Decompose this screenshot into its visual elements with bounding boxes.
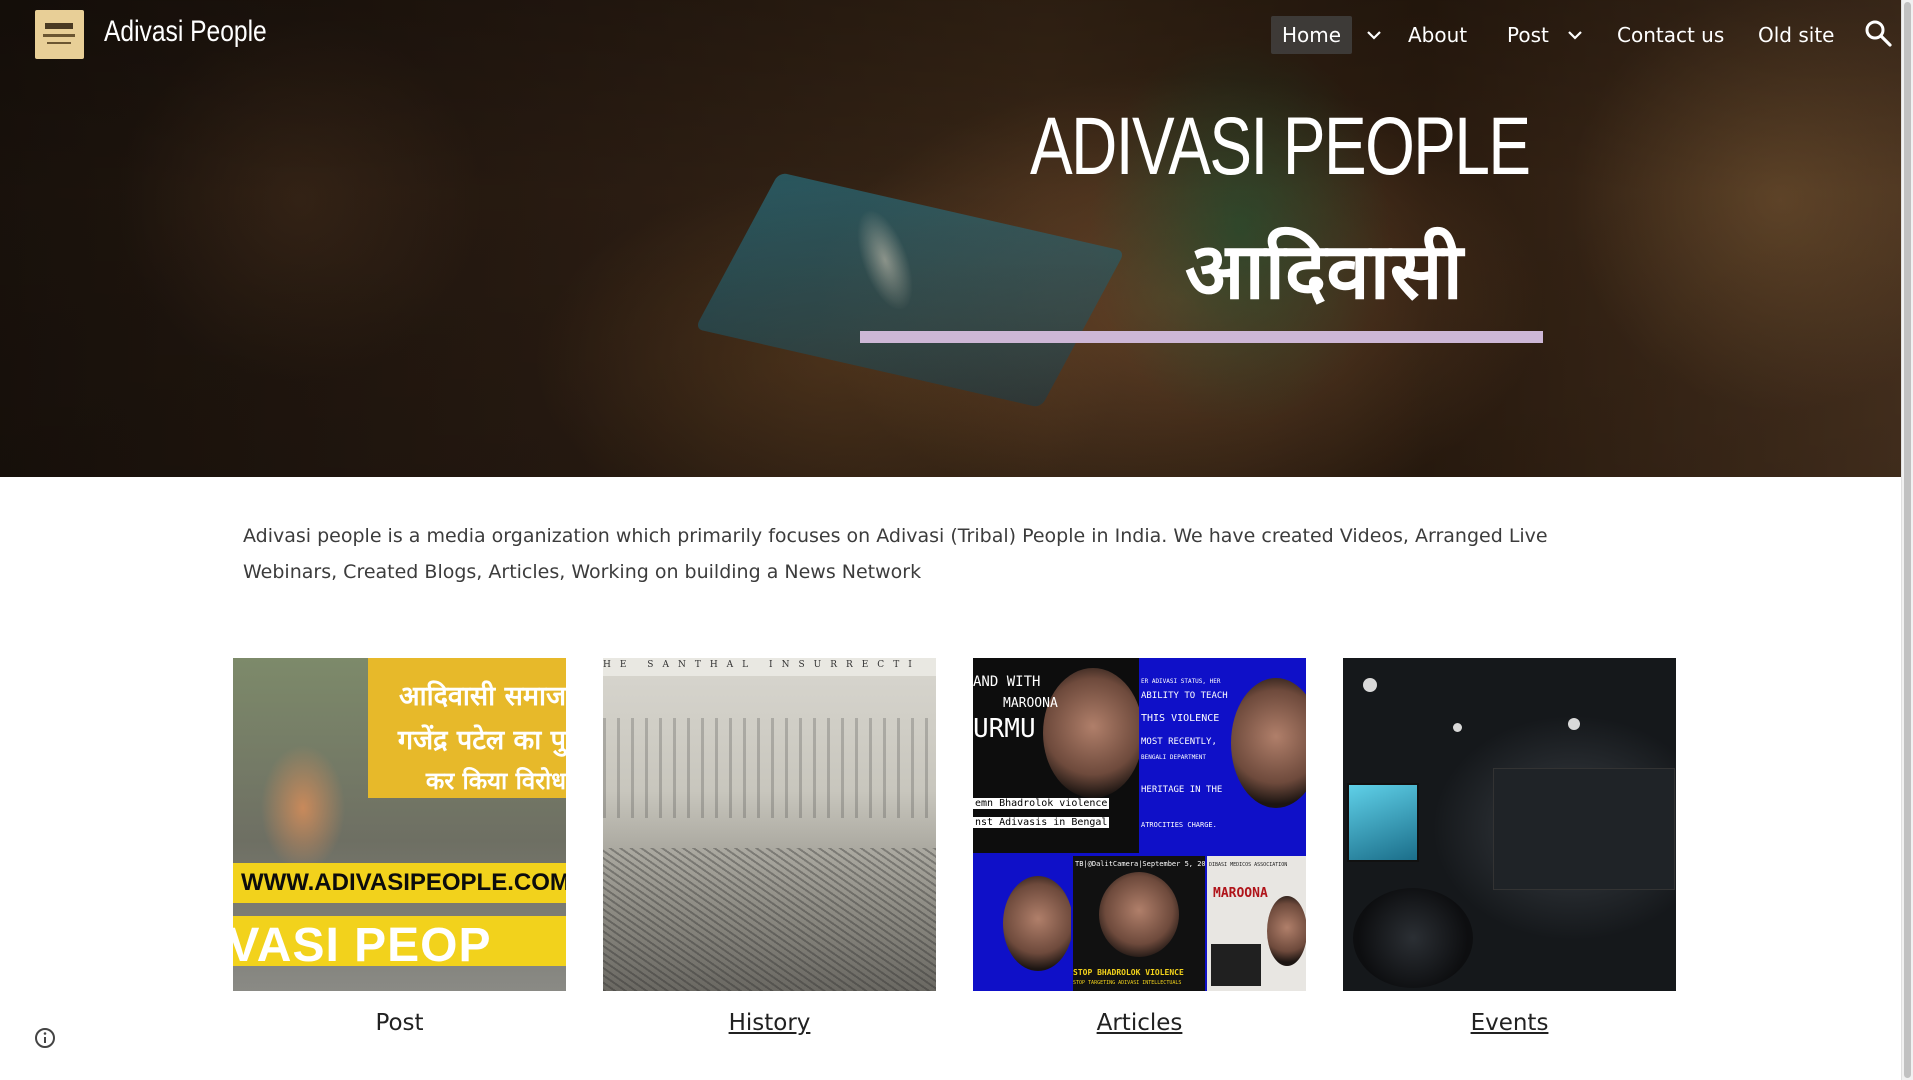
articles-text: MAROONA xyxy=(1213,886,1268,901)
hero-overlay xyxy=(0,0,1902,477)
articles-panel: ER ADIVASI STATUS, HER ABILITY TO TEACH … xyxy=(1141,658,1306,853)
card-caption-articles[interactable]: Articles xyxy=(973,1010,1306,1036)
articles-text: ATROCITIES CHARGE. xyxy=(1141,821,1217,829)
scrollbar-thumb[interactable] xyxy=(1904,2,1911,1078)
card-image-post[interactable]: आदिवासी समाज गजेंद्र पटेल का पु कर किया … xyxy=(233,658,566,991)
nav-item-home[interactable]: Home xyxy=(1271,16,1353,54)
articles-panel: AND WITH MAROONA URMU emn Bhadrolok viol… xyxy=(973,658,1139,853)
post-banner-text: IVASI PEOP xyxy=(233,919,492,966)
articles-text: AND WITH xyxy=(973,674,1041,690)
hero-divider-bar xyxy=(860,331,1543,343)
search-icon[interactable] xyxy=(1863,18,1893,48)
articles-portrait xyxy=(1043,668,1139,798)
articles-text: nst Adivasis in Bengal xyxy=(973,817,1110,828)
articles-panel xyxy=(973,856,1071,991)
logo-line xyxy=(43,34,75,37)
post-url-band: WWW.ADIVASIPEOPLE.COM xyxy=(233,863,566,903)
card-caption-history[interactable]: History xyxy=(603,1010,936,1036)
nav-item-post[interactable]: Post xyxy=(1507,16,1549,54)
post-headline-line: कर किया विरोध xyxy=(425,767,566,795)
history-engraving-figures xyxy=(603,848,936,991)
hero-subtitle: आदिवासी xyxy=(1185,227,1463,317)
articles-text: STOP BHADROLOK VIOLENCE xyxy=(1073,968,1184,977)
articles-text: emn Bhadrolok violence xyxy=(973,798,1110,809)
site-title[interactable]: Adivasi People xyxy=(104,15,267,49)
articles-text: ER ADIVASI STATUS, HER xyxy=(1141,678,1221,685)
card-image-articles[interactable]: AND WITH MAROONA URMU emn Bhadrolok viol… xyxy=(973,658,1306,991)
articles-portrait xyxy=(1267,896,1306,966)
articles-portrait xyxy=(1099,872,1179,957)
page-scrollbar[interactable] xyxy=(1901,0,1913,1080)
articles-text: THIS VIOLENCE xyxy=(1141,713,1220,724)
events-light xyxy=(1453,723,1462,732)
history-engraving-trees xyxy=(603,718,936,818)
articles-portrait xyxy=(1003,876,1071,971)
post-url-text: WWW.ADIVASIPEOPLE.COM xyxy=(241,869,566,896)
articles-text: MOST RECENTLY, xyxy=(1141,737,1217,747)
site-logo[interactable] xyxy=(35,10,84,59)
post-headline-line: गजेंद्र पटेल का पु xyxy=(397,725,566,756)
history-engraving-header: HE SANTHAL INSURRECTI xyxy=(603,658,936,676)
events-camera-lens xyxy=(1353,888,1473,988)
articles-panel: DIBASI MEDICOS ASSOCIATION MAROONA xyxy=(1207,856,1306,991)
info-icon[interactable] xyxy=(34,1027,56,1049)
hero-banner: ADIVASI PEOPLE आदिवासी xyxy=(0,0,1902,477)
nav-item-about[interactable]: About xyxy=(1408,16,1467,54)
articles-portrait xyxy=(1231,678,1306,808)
articles-text: DIBASI MEDICOS ASSOCIATION xyxy=(1209,862,1288,868)
articles-panel: TB|@DalitCamera|September 5, 2020 STOP B… xyxy=(1073,856,1205,991)
chevron-down-icon[interactable] xyxy=(1360,16,1388,54)
post-headline-line: आदिवासी समाज xyxy=(399,681,566,712)
post-banner-band: IVASI PEOP xyxy=(233,916,566,966)
articles-text: HERITAGE IN THE xyxy=(1141,785,1223,795)
events-camera-screen xyxy=(1347,783,1419,862)
articles-text: BENGALI DEPARTMENT xyxy=(1141,754,1207,761)
card-image-history[interactable]: HE SANTHAL INSURRECTI xyxy=(603,658,936,991)
articles-text: URMU xyxy=(973,714,1036,744)
articles-text: MAROONA xyxy=(1003,696,1058,711)
chevron-down-icon[interactable] xyxy=(1561,16,1589,54)
card-image-events[interactable] xyxy=(1343,658,1676,991)
articles-text: ABILITY TO TEACH xyxy=(1141,691,1228,701)
card-caption-post: Post xyxy=(375,1010,424,1036)
articles-text: STOP TARGETING ADIVASI INTELLECTUALS xyxy=(1073,980,1182,986)
events-light xyxy=(1568,718,1580,730)
intro-text: Adivasi people is a media organization w… xyxy=(243,525,1548,583)
history-header-text: HE SANTHAL INSURRECTI xyxy=(603,660,921,670)
page: ADIVASI PEOPLE आदिवासी Adivasi People Ho… xyxy=(0,0,1913,1080)
logo-line xyxy=(47,42,71,44)
nav-item-old-site[interactable]: Old site xyxy=(1758,16,1834,54)
articles-text: TB|@DalitCamera|September 5, 2020 xyxy=(1075,860,1205,868)
hero-title: ADIVASI PEOPLE xyxy=(1030,101,1531,192)
events-light xyxy=(1363,678,1377,692)
logo-mark xyxy=(45,23,73,29)
nav-item-contact-us[interactable]: Contact us xyxy=(1617,16,1724,54)
articles-sign xyxy=(1211,944,1261,986)
card-caption-events[interactable]: Events xyxy=(1343,1010,1676,1036)
events-camera-panel xyxy=(1493,768,1675,890)
